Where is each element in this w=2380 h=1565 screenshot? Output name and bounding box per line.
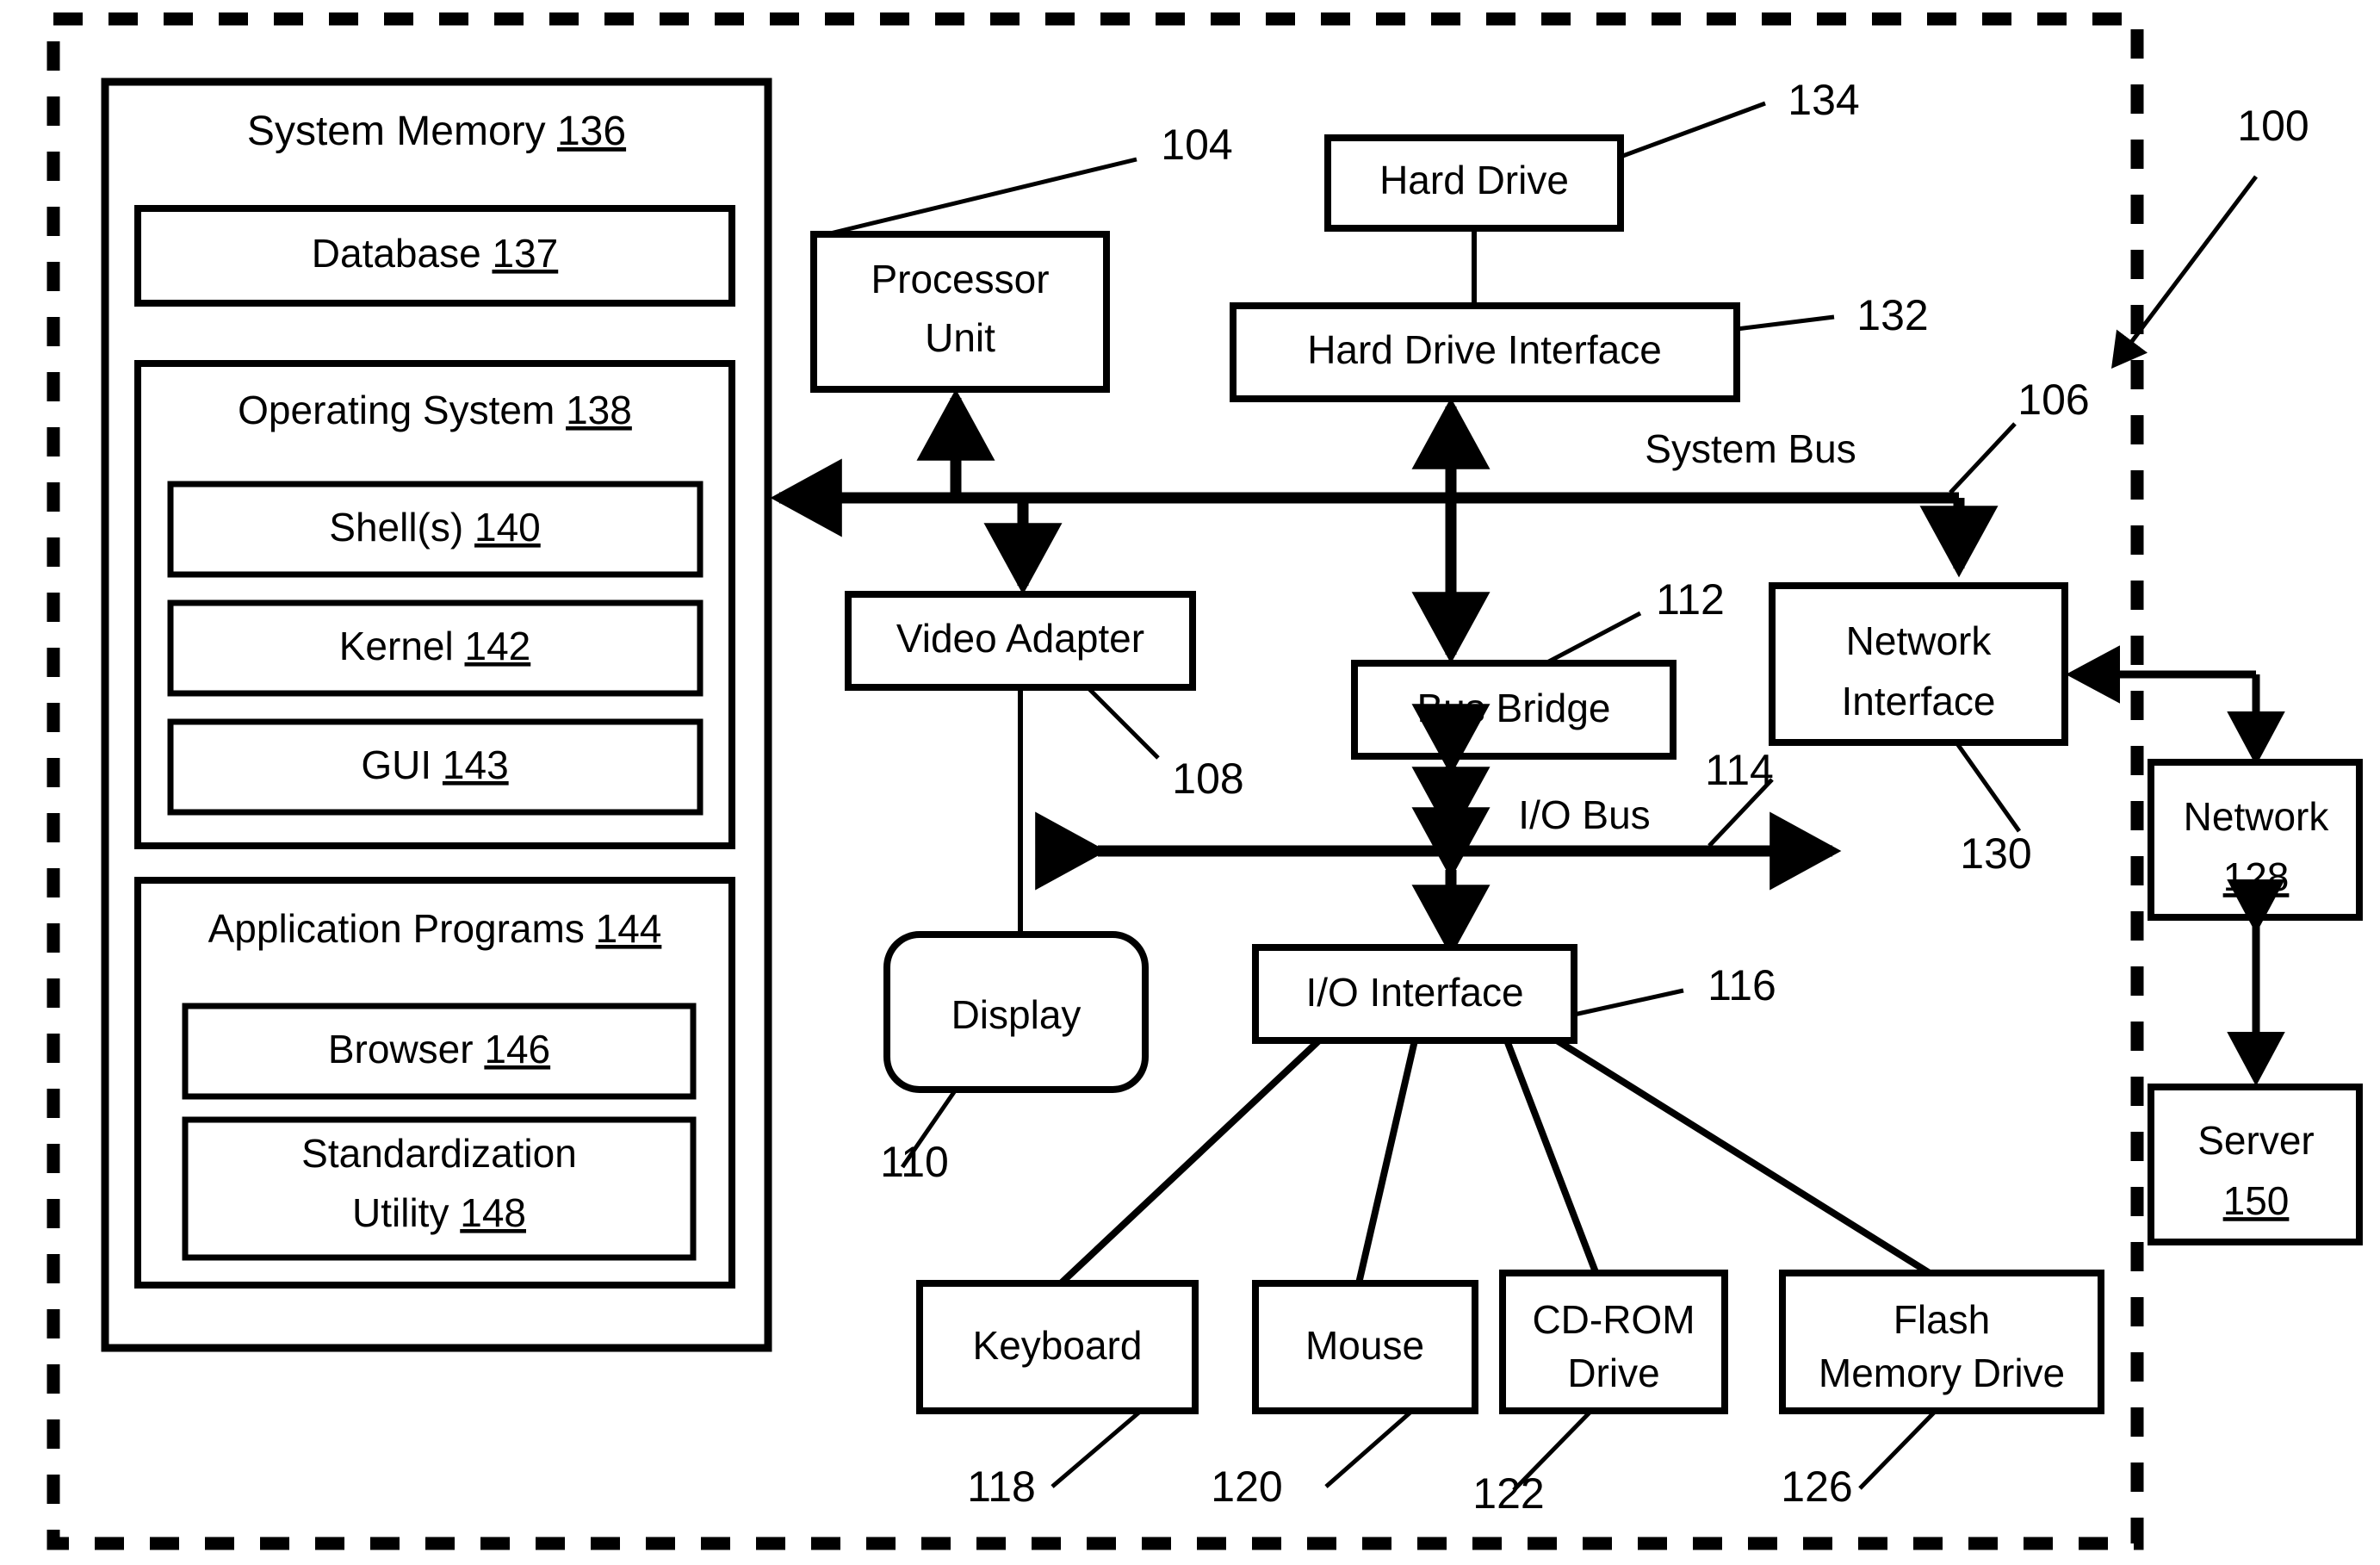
- video-adapter-leader: [1086, 686, 1160, 760]
- hard-drive-interface-label: Hard Drive Interface: [1307, 327, 1662, 372]
- io-interface-ref: 116: [1708, 961, 1776, 1009]
- hard-drive-leader: [1620, 101, 1766, 159]
- video-adapter-label: Video Adapter: [896, 616, 1144, 661]
- network-ref: 128: [2223, 854, 2290, 899]
- processor-unit-label-line1: Processor: [871, 257, 1049, 301]
- flash-memory-drive-leader: [1858, 1409, 1937, 1490]
- database-label: Database 137: [312, 231, 558, 276]
- io-bus-ref: 114: [1705, 746, 1774, 794]
- server-ref: 150: [2223, 1178, 2290, 1223]
- standardization-utility-label-line1: Standardization: [301, 1131, 577, 1176]
- flash-memory-drive-label-line2: Memory Drive: [1819, 1351, 2065, 1395]
- hard-drive-interface-leader: [1736, 314, 1835, 332]
- system-memory-label: System Memory 136: [247, 109, 626, 154]
- keyboard-leader: [1051, 1409, 1143, 1488]
- cdrom-drive-ref: 122: [1472, 1469, 1544, 1518]
- standardization-utility-label-line2: Utility 148: [352, 1190, 526, 1235]
- flash-memory-drive-ref: 126: [1781, 1463, 1852, 1511]
- processor-unit-leader: [826, 157, 1137, 237]
- network-interface-label-line2: Interface: [1842, 679, 1996, 724]
- network-interface-leader: [1954, 741, 2022, 833]
- browser-label: Browser 146: [328, 1027, 550, 1071]
- video-adapter-ref: 108: [1172, 755, 1243, 803]
- system-bus-leader: [1949, 422, 2017, 494]
- display-label: Display: [951, 992, 1082, 1037]
- hard-drive-label: Hard Drive: [1379, 158, 1569, 202]
- io-bus-label: I/O Bus: [1518, 792, 1650, 837]
- display-ref: 110: [880, 1138, 949, 1186]
- io-interface-leader: [1573, 988, 1684, 1017]
- network-label: Network: [2184, 794, 2330, 839]
- processor-unit-label-line2: Unit: [925, 315, 995, 360]
- io-to-mouse-line: [1355, 1040, 1418, 1284]
- block-diagram: System Memory 136 Database 137 Operating…: [46, 12, 2363, 1550]
- system-ref: 100: [2237, 102, 2309, 150]
- application-programs-label: Application Programs 144: [208, 906, 662, 951]
- cdrom-drive-label-line1: CD-ROM: [1532, 1297, 1695, 1342]
- bus-bridge-leader: [1544, 611, 1642, 666]
- io-to-cdrom-line: [1503, 1039, 1603, 1285]
- keyboard-ref: 118: [967, 1463, 1036, 1511]
- mouse-label: Mouse: [1305, 1323, 1424, 1368]
- kernel-label: Kernel 142: [339, 624, 531, 668]
- network-interface-label-line1: Network: [1846, 618, 1993, 663]
- io-to-flash-line: [1554, 1037, 1949, 1287]
- flash-memory-drive-label-line1: Flash: [1893, 1297, 1990, 1342]
- gui-label: GUI 143: [361, 742, 508, 787]
- system-bus-label: System Bus: [1645, 426, 1856, 471]
- system-bus-ref: 106: [2017, 376, 2089, 424]
- bus-bridge-label: Bus Bridge: [1416, 686, 1610, 730]
- shells-label: Shell(s) 140: [329, 505, 540, 550]
- figure-canvas: System Memory 136 Database 137 Operating…: [0, 0, 2380, 1565]
- operating-system-label: Operating System 138: [238, 388, 632, 432]
- processor-unit-ref: 104: [1161, 121, 1232, 169]
- server-label: Server: [2197, 1118, 2314, 1163]
- hard-drive-interface-ref: 132: [1856, 291, 1928, 339]
- hard-drive-ref: 134: [1788, 76, 1859, 124]
- mouse-ref: 120: [1211, 1463, 1282, 1511]
- cdrom-drive-label-line2: Drive: [1567, 1351, 1659, 1395]
- io-interface-label: I/O Interface: [1305, 970, 1523, 1015]
- bus-bridge-ref: 112: [1656, 575, 1725, 624]
- network-interface-ref: 130: [1960, 829, 2031, 878]
- keyboard-label: Keyboard: [973, 1323, 1143, 1368]
- mouse-leader: [1324, 1409, 1414, 1488]
